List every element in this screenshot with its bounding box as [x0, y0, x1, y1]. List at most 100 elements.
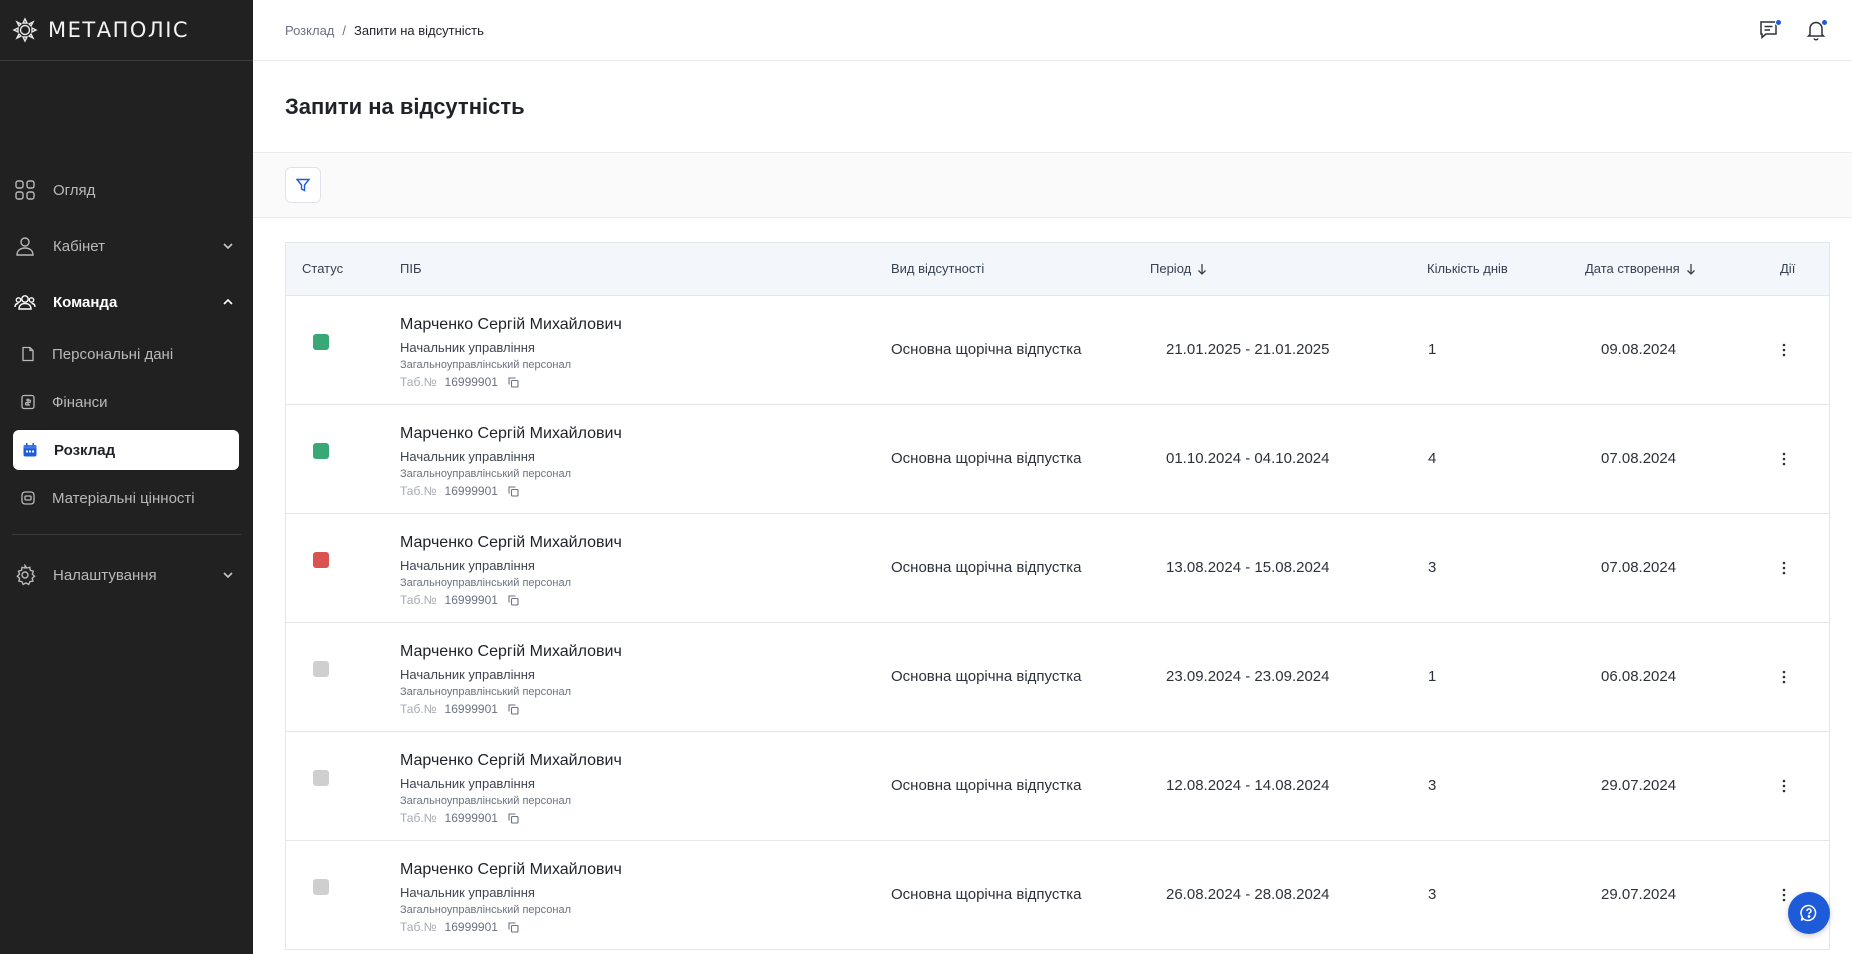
- copy-icon[interactable]: [508, 594, 519, 606]
- breadcrumb-separator: /: [342, 22, 347, 38]
- row-actions-button[interactable]: [1776, 776, 1792, 796]
- row-actions-button[interactable]: [1776, 449, 1792, 469]
- status-indicator: [313, 879, 329, 895]
- employee-name[interactable]: Марченко Сергій Михайлович: [400, 425, 622, 443]
- employee-category: Загальноуправлінський персонал: [400, 577, 572, 589]
- employee-position: Начальник управління: [400, 885, 535, 900]
- employee-category: Загальноуправлінський персонал: [400, 904, 572, 916]
- gear-icon: [14, 564, 36, 586]
- filter-button[interactable]: [285, 167, 321, 203]
- sidebar-item-settings[interactable]: Налаштування: [0, 547, 253, 603]
- table-row[interactable]: Марченко Сергій Михайлович Начальник упра…: [286, 841, 1829, 950]
- tab-number-line: Таб.№ 16999901: [400, 484, 519, 498]
- sidebar-nav: Огляд Кабінет Команда Персональні дані Ф…: [0, 162, 253, 603]
- logo[interactable]: МЕТАПОЛІС: [0, 0, 253, 61]
- header-name: ПІБ: [400, 261, 422, 276]
- tab-number-line: Таб.№ 16999901: [400, 811, 519, 825]
- row-actions-button[interactable]: [1776, 667, 1792, 687]
- sidebar-subitem-label: Розклад: [54, 441, 116, 459]
- status-indicator: [313, 334, 329, 350]
- sidebar-item-label: Команда: [53, 293, 118, 311]
- copy-icon[interactable]: [508, 376, 519, 388]
- employee-name[interactable]: Марченко Сергій Михайлович: [400, 752, 622, 770]
- sidebar-subitem-label: Матеріальні цінності: [52, 489, 195, 507]
- sidebar-subitem-schedule[interactable]: Розклад: [13, 430, 239, 470]
- sidebar-item-cabinet[interactable]: Кабінет: [0, 218, 253, 274]
- notification-dot: [1775, 19, 1782, 26]
- tab-number: 16999901: [444, 920, 498, 934]
- table-header: Статус ПІБ Вид відсутності Період Кількі…: [286, 243, 1829, 296]
- absence-period: 13.08.2024 - 15.08.2024: [1166, 559, 1330, 576]
- status-indicator: [313, 443, 329, 459]
- help-icon: [1800, 904, 1817, 922]
- created-date: 29.07.2024: [1601, 886, 1677, 903]
- more-vertical-icon: [1782, 452, 1786, 466]
- tab-number-line: Таб.№ 16999901: [400, 375, 519, 389]
- table-row[interactable]: Марченко Сергій Михайлович Начальник упра…: [286, 732, 1829, 841]
- copy-icon[interactable]: [508, 485, 519, 497]
- employee-category: Загальноуправлінський персонал: [400, 359, 572, 371]
- absence-period: 26.08.2024 - 28.08.2024: [1166, 886, 1330, 903]
- chevron-down-icon: [223, 243, 233, 250]
- top-icons: [1758, 18, 1828, 42]
- table-row[interactable]: Марченко Сергій Михайлович Начальник упра…: [286, 296, 1829, 405]
- header-created-sort[interactable]: Дата створення: [1585, 261, 1696, 276]
- tab-number: 16999901: [444, 484, 498, 498]
- sidebar-item-label: Налаштування: [53, 566, 157, 584]
- absence-period: 21.01.2025 - 21.01.2025: [1166, 341, 1330, 358]
- chevron-up-icon: [223, 298, 233, 305]
- row-actions-button[interactable]: [1776, 340, 1792, 360]
- copy-icon[interactable]: [508, 812, 519, 824]
- absence-type: Основна щорічна відпустка: [891, 886, 1082, 903]
- tab-number-label: Таб.№: [400, 920, 437, 934]
- table-row[interactable]: Марченко Сергій Михайлович Начальник упра…: [286, 623, 1829, 732]
- tab-number-line: Таб.№ 16999901: [400, 593, 519, 607]
- employee-name[interactable]: Марченко Сергій Михайлович: [400, 534, 622, 552]
- tab-number-line: Таб.№ 16999901: [400, 920, 519, 934]
- notification-dot: [1821, 19, 1828, 26]
- sidebar-subitem-personal-data[interactable]: Персональні дані: [0, 330, 253, 378]
- notifications-button[interactable]: [1804, 18, 1828, 42]
- absence-type: Основна щорічна відпустка: [891, 450, 1082, 467]
- sidebar-subitem-label: Фінанси: [52, 393, 108, 411]
- messages-button[interactable]: [1758, 18, 1782, 42]
- tab-number-label: Таб.№: [400, 484, 437, 498]
- logo-text: МЕТАПОЛІС: [48, 18, 190, 42]
- sidebar-subitem-assets[interactable]: Матеріальні цінності: [0, 474, 253, 522]
- employee-name[interactable]: Марченко Сергій Михайлович: [400, 643, 622, 661]
- copy-icon[interactable]: [508, 703, 519, 715]
- employee-name[interactable]: Марченко Сергій Михайлович: [400, 861, 622, 879]
- absence-type: Основна щорічна відпустка: [891, 341, 1082, 358]
- chevron-down-icon: [223, 572, 233, 579]
- sidebar-item-overview[interactable]: Огляд: [0, 162, 253, 218]
- header-period-sort[interactable]: Період: [1150, 261, 1207, 276]
- employee-position: Начальник управління: [400, 558, 535, 573]
- sidebar-divider: [12, 534, 241, 535]
- employee-category: Загальноуправлінський персонал: [400, 686, 572, 698]
- days-count: 1: [1428, 341, 1437, 358]
- absence-type: Основна щорічна відпустка: [891, 777, 1082, 794]
- breadcrumb: Розклад / Запити на відсутність: [285, 23, 484, 38]
- employee-name[interactable]: Марченко Сергій Михайлович: [400, 316, 622, 334]
- page-title: Запити на відсутність: [285, 94, 525, 119]
- breadcrumb-parent[interactable]: Розклад: [285, 23, 334, 38]
- days-count: 3: [1428, 559, 1437, 576]
- sort-arrow-down-icon: [1198, 263, 1207, 275]
- filter-bar: [253, 153, 1852, 218]
- help-button[interactable]: [1788, 892, 1830, 934]
- absence-requests-table: Статус ПІБ Вид відсутності Період Кількі…: [285, 242, 1830, 950]
- status-indicator: [313, 552, 329, 568]
- sidebar-subitem-finance[interactable]: Фінанси: [0, 378, 253, 426]
- filter-icon: [295, 178, 311, 192]
- tab-number-label: Таб.№: [400, 375, 437, 389]
- days-count: 4: [1428, 450, 1437, 467]
- sidebar-item-team[interactable]: Команда: [0, 274, 253, 330]
- tab-number: 16999901: [444, 702, 498, 716]
- table-row[interactable]: Марченко Сергій Михайлович Начальник упра…: [286, 514, 1829, 623]
- employee-category: Загальноуправлінський персонал: [400, 795, 572, 807]
- table-row[interactable]: Марченко Сергій Михайлович Начальник упра…: [286, 405, 1829, 514]
- tab-number: 16999901: [444, 593, 498, 607]
- copy-icon[interactable]: [508, 921, 519, 933]
- days-count: 3: [1428, 886, 1437, 903]
- row-actions-button[interactable]: [1776, 558, 1792, 578]
